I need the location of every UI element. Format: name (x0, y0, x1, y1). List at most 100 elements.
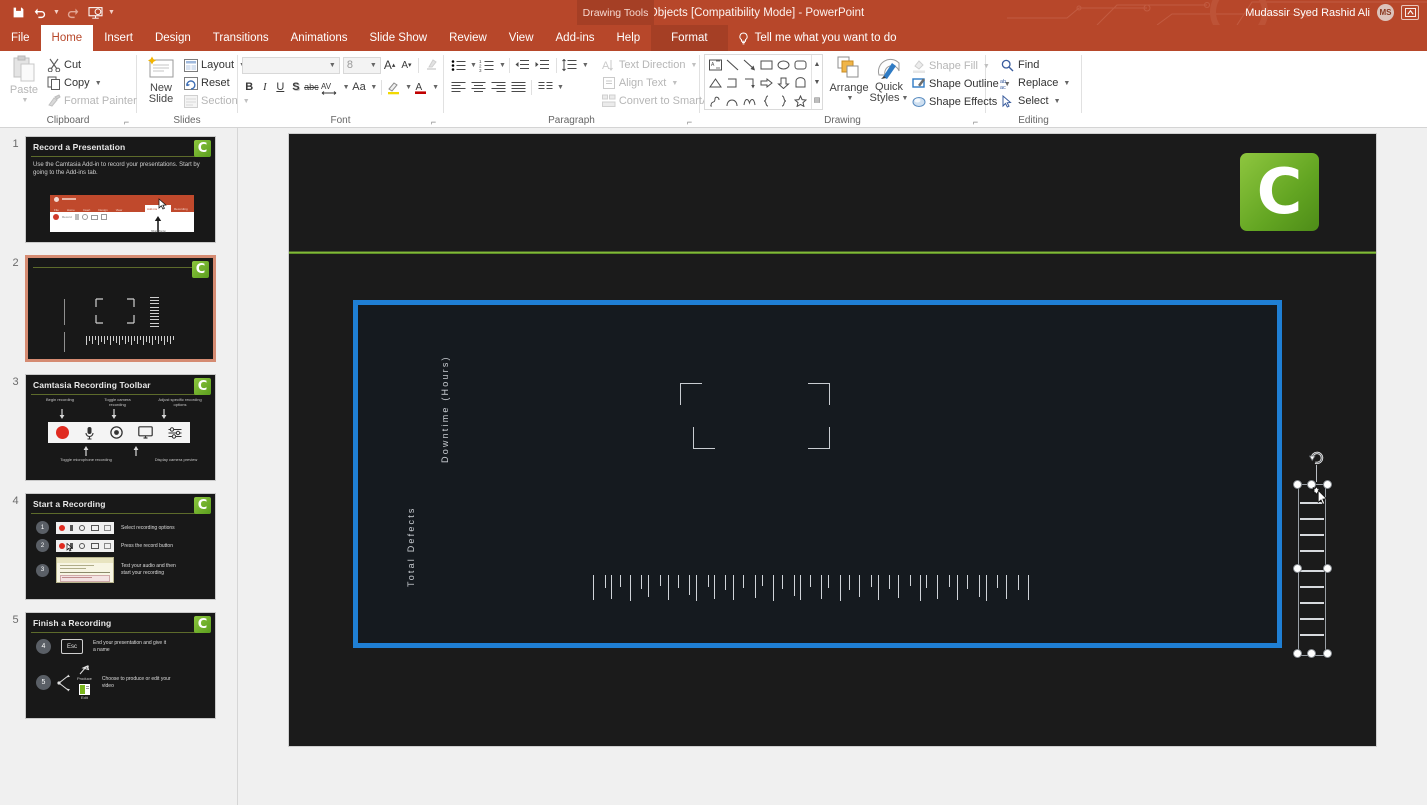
find-button[interactable]: Find (996, 56, 1073, 74)
font-size-input[interactable]: 8 ▼ (342, 56, 381, 74)
shape-left-brace-icon[interactable] (758, 92, 775, 110)
shapes-scroll-down-icon[interactable]: ▼ (812, 73, 822, 91)
line-spacing-dropdown-icon[interactable]: ▼ (582, 62, 589, 69)
columns-icon[interactable] (535, 78, 555, 96)
font-name-dropdown-icon[interactable]: ▼ (329, 62, 336, 69)
thumbnail-slide-5[interactable]: 5 Finish a Recording C 4 Esc End your pr… (0, 612, 237, 719)
increase-font-size-icon[interactable]: A ▴ (382, 56, 398, 74)
select-button[interactable]: Select ▼ (996, 92, 1073, 110)
new-slide-button[interactable]: New Slide (141, 54, 181, 114)
paste-button[interactable]: Paste ▼ (4, 54, 44, 114)
shape-flowchart-icon[interactable] (792, 74, 809, 92)
change-case-icon[interactable]: Aa (351, 78, 368, 96)
bullets-icon[interactable] (448, 56, 468, 74)
tab-slide-show[interactable]: Slide Show (359, 25, 439, 51)
selected-shape-tick-group[interactable] (1292, 451, 1332, 658)
thumbnail-slide-3[interactable]: 3 Camtasia Recording Toolbar C Begin rec… (0, 374, 237, 481)
rotate-handle[interactable] (1308, 449, 1325, 465)
copy-button[interactable]: Copy ▼ (44, 74, 140, 92)
clear-formatting-icon[interactable] (423, 56, 439, 74)
resize-handle-bottom-right[interactable] (1323, 649, 1332, 658)
text-highlight-color-icon[interactable] (386, 78, 402, 96)
resize-handle-top-right[interactable] (1323, 480, 1332, 489)
tab-format[interactable]: Format (651, 25, 728, 51)
tab-file[interactable]: File (0, 25, 41, 51)
arrange-button[interactable]: Arrange ▼ (829, 54, 869, 114)
shape-curve-icon[interactable] (724, 92, 741, 110)
shape-rectangle-icon[interactable] (758, 56, 775, 74)
thumbnail-canvas[interactable]: Finish a Recording C 4 Esc End your pres… (25, 612, 216, 719)
start-presentation-icon[interactable] (85, 3, 105, 22)
tell-me-search[interactable]: Tell me what you want to do (728, 25, 907, 51)
format-painter-button[interactable]: Format Painter (44, 92, 140, 110)
shapes-scroll-up-icon[interactable]: ▲ (812, 55, 822, 73)
shape-textbox-icon[interactable]: A (707, 56, 724, 74)
thumbnail-canvas[interactable]: Record a Presentation C Use the Camtasia… (25, 136, 216, 243)
resize-handle-bottom-left[interactable] (1293, 649, 1302, 658)
replace-dropdown-icon[interactable]: ▼ (1063, 80, 1070, 87)
shape-arrow-icon[interactable] (741, 56, 758, 74)
thumbnail-slide-4[interactable]: 4 Start a Recording C 1 Select recording… (0, 493, 237, 600)
customize-qat-icon[interactable]: ▼ (107, 9, 116, 16)
bullets-dropdown-icon[interactable]: ▼ (470, 62, 477, 69)
slide-thumbnails-pane[interactable]: 1 Record a Presentation C Use the Camtas… (0, 128, 238, 805)
strikethrough-icon[interactable]: abc (304, 78, 319, 96)
text-shadow-icon[interactable]: S (289, 78, 304, 96)
font-size-dropdown-icon[interactable]: ▼ (370, 62, 377, 69)
select-dropdown-icon[interactable]: ▼ (1054, 98, 1061, 105)
tab-insert[interactable]: Insert (93, 25, 144, 51)
clipboard-dialog-launcher[interactable]: ⌐ (121, 116, 132, 128)
align-right-icon[interactable] (488, 78, 508, 96)
font-dialog-launcher[interactable]: ⌐ (428, 116, 439, 128)
drawing-dialog-launcher[interactable]: ⌐ (970, 116, 981, 128)
character-spacing-dropdown-icon[interactable]: ▼ (343, 84, 350, 91)
resize-handle-middle-right[interactable] (1323, 564, 1332, 573)
font-color-dropdown-icon[interactable]: ▼ (432, 84, 439, 91)
thumbnail-canvas[interactable]: Start a Recording C 1 Select recording o… (25, 493, 216, 600)
shape-rounded-rectangle-icon[interactable] (792, 56, 809, 74)
font-name-input[interactable]: ▼ (242, 56, 340, 74)
shapes-gallery-scrollbar[interactable]: ▲ ▼ ▤ (811, 55, 822, 109)
shape-freeform-icon[interactable] (707, 92, 724, 110)
ribbon-display-options-icon[interactable] (1401, 5, 1419, 20)
thumbnail-canvas[interactable]: C (25, 255, 216, 362)
shape-right-arrow-icon[interactable] (758, 74, 775, 92)
change-case-dropdown-icon[interactable]: ▼ (370, 84, 377, 91)
text-direction-dropdown-icon[interactable]: ▼ (690, 62, 697, 69)
quick-styles-button[interactable]: Quick Styles ▼ (869, 54, 909, 114)
shape-right-brace-icon[interactable] (775, 92, 792, 110)
replace-button[interactable]: ab ac Replace ▼ (996, 74, 1073, 92)
save-icon[interactable] (8, 3, 28, 22)
columns-dropdown-icon[interactable]: ▼ (557, 84, 564, 91)
shape-elbow-connector-icon[interactable] (724, 74, 741, 92)
thumbnail-canvas[interactable]: Camtasia Recording Toolbar C Begin recor… (25, 374, 216, 481)
numbering-dropdown-icon[interactable]: ▼ (499, 62, 506, 69)
shape-arc-icon[interactable] (741, 92, 758, 110)
undo-icon[interactable] (30, 3, 50, 22)
shapes-gallery-more-icon[interactable]: ▤ (812, 91, 822, 109)
slide-editing-area[interactable]: C Downtime (Hours) Total Defects (238, 128, 1427, 805)
text-highlight-dropdown-icon[interactable]: ▼ (405, 84, 412, 91)
account-area[interactable]: Mudassir Syed Rashid Ali MS (1245, 0, 1419, 25)
tab-view[interactable]: View (498, 25, 545, 51)
underline-icon[interactable]: U (273, 78, 288, 96)
slide-canvas[interactable]: C Downtime (Hours) Total Defects (288, 133, 1377, 747)
tab-add-ins[interactable]: Add-ins (545, 25, 606, 51)
paragraph-dialog-launcher[interactable]: ⌐ (684, 116, 695, 128)
copy-dropdown-icon[interactable]: ▼ (95, 80, 102, 87)
thumbnail-slide-1[interactable]: 1 Record a Presentation C Use the Camtas… (0, 136, 237, 243)
align-left-icon[interactable] (448, 78, 468, 96)
shape-line-icon[interactable] (724, 56, 741, 74)
decrease-font-size-icon[interactable]: A ▾ (399, 56, 415, 74)
italic-icon[interactable]: I (258, 78, 273, 96)
thumbnail-slide-2[interactable]: 2 C (0, 255, 237, 362)
paste-dropdown-icon[interactable]: ▼ (22, 97, 29, 104)
shape-oval-icon[interactable] (775, 56, 792, 74)
arrange-dropdown-icon[interactable]: ▼ (847, 95, 854, 102)
redo-icon[interactable] (63, 3, 83, 22)
justify-icon[interactable] (508, 78, 528, 96)
resize-handle-top-center[interactable] (1307, 480, 1316, 489)
character-spacing-icon[interactable]: AV (320, 78, 340, 96)
resize-handle-middle-left[interactable] (1293, 564, 1302, 573)
tab-home[interactable]: Home (40, 25, 94, 51)
